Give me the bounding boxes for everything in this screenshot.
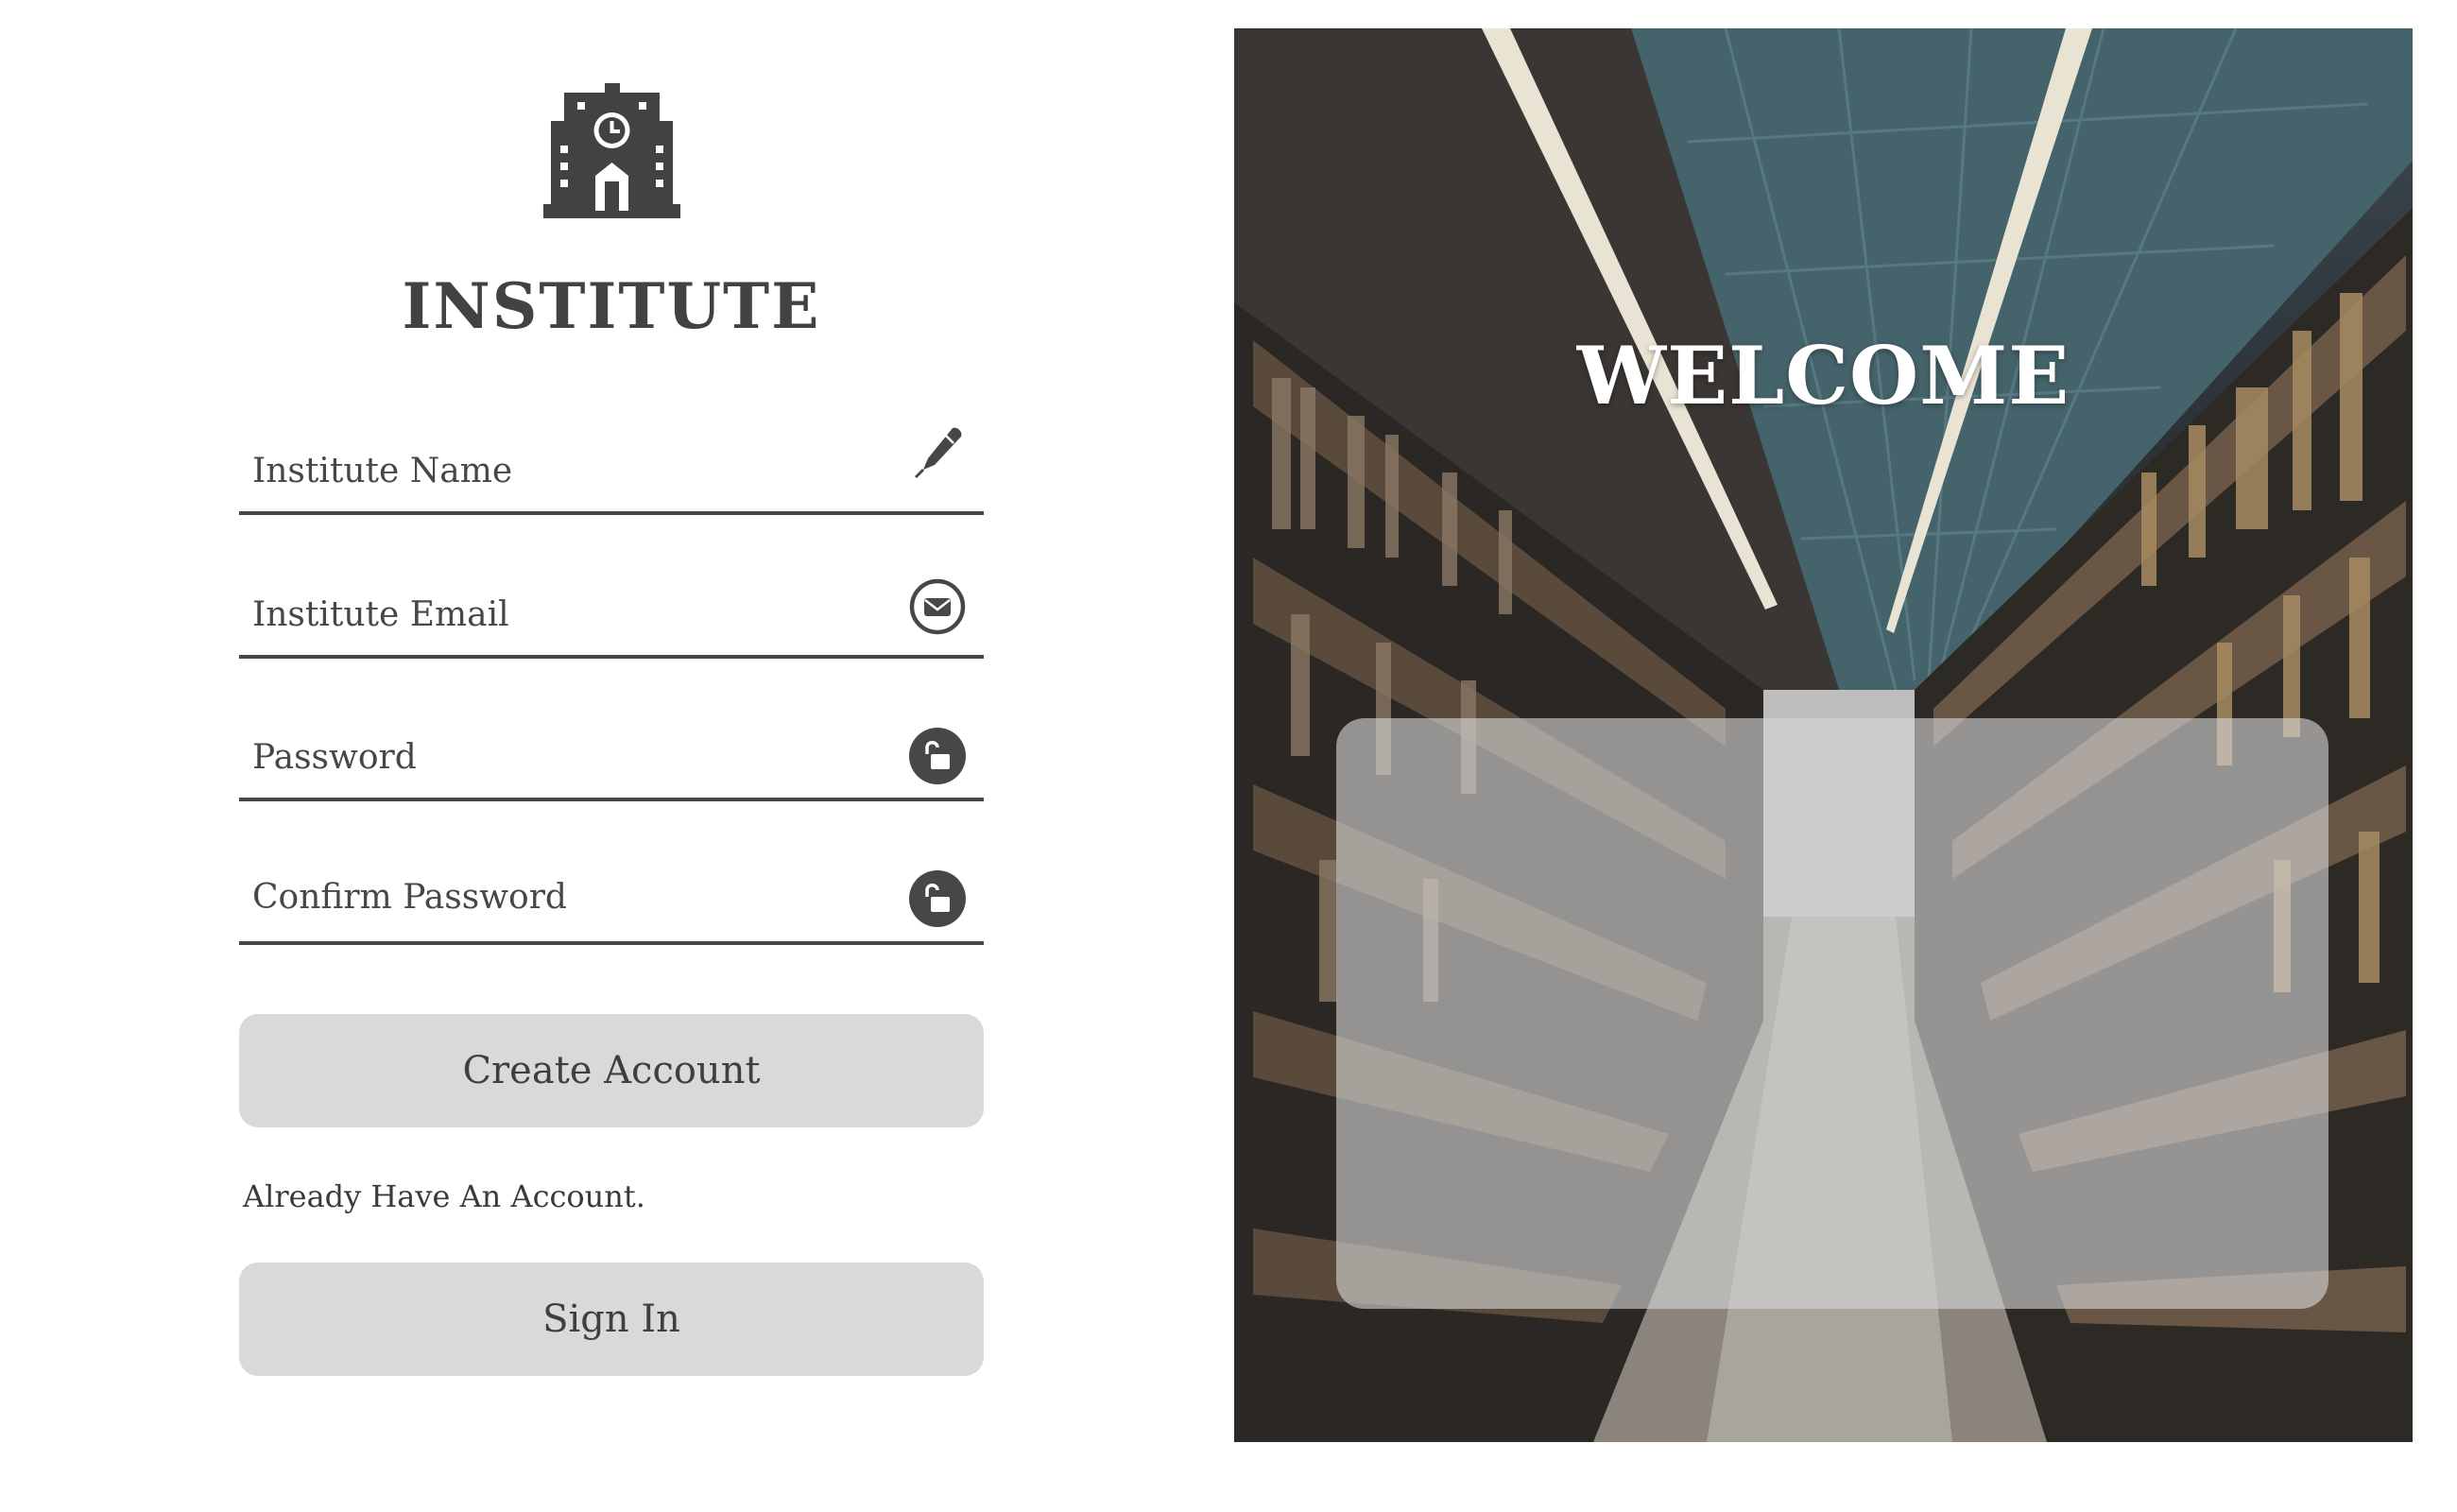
sign-in-button[interactable]: Sign In <box>239 1263 984 1376</box>
school-building-icon <box>543 81 680 218</box>
envelope-icon <box>908 577 967 636</box>
pen-icon <box>908 422 967 481</box>
institute-email-field <box>239 565 984 659</box>
institute-title: INSTITUTE <box>402 269 821 343</box>
institute-name-input[interactable] <box>252 449 876 492</box>
welcome-hero: WELCOME <box>1234 28 2413 1442</box>
welcome-heading: WELCOME <box>1576 329 2070 422</box>
signup-form-panel: INSTITUTE Institute Name Institute Email… <box>0 0 1228 1512</box>
password-field <box>239 709 984 801</box>
confirm-password-field <box>239 850 984 945</box>
unlock-icon[interactable] <box>908 869 967 928</box>
already-have-account-text: Already Have An Account. <box>243 1178 645 1214</box>
confirm-password-input[interactable] <box>252 875 876 919</box>
signup-page: INSTITUTE Institute Name Institute Email… <box>0 0 2457 1512</box>
create-account-button[interactable]: Create Account <box>239 1014 984 1127</box>
glass-overlay-card <box>1336 718 2328 1309</box>
password-input[interactable] <box>252 735 876 779</box>
institute-email-input[interactable] <box>252 593 876 636</box>
unlock-icon[interactable] <box>908 727 967 785</box>
institute-name-field <box>239 421 984 515</box>
